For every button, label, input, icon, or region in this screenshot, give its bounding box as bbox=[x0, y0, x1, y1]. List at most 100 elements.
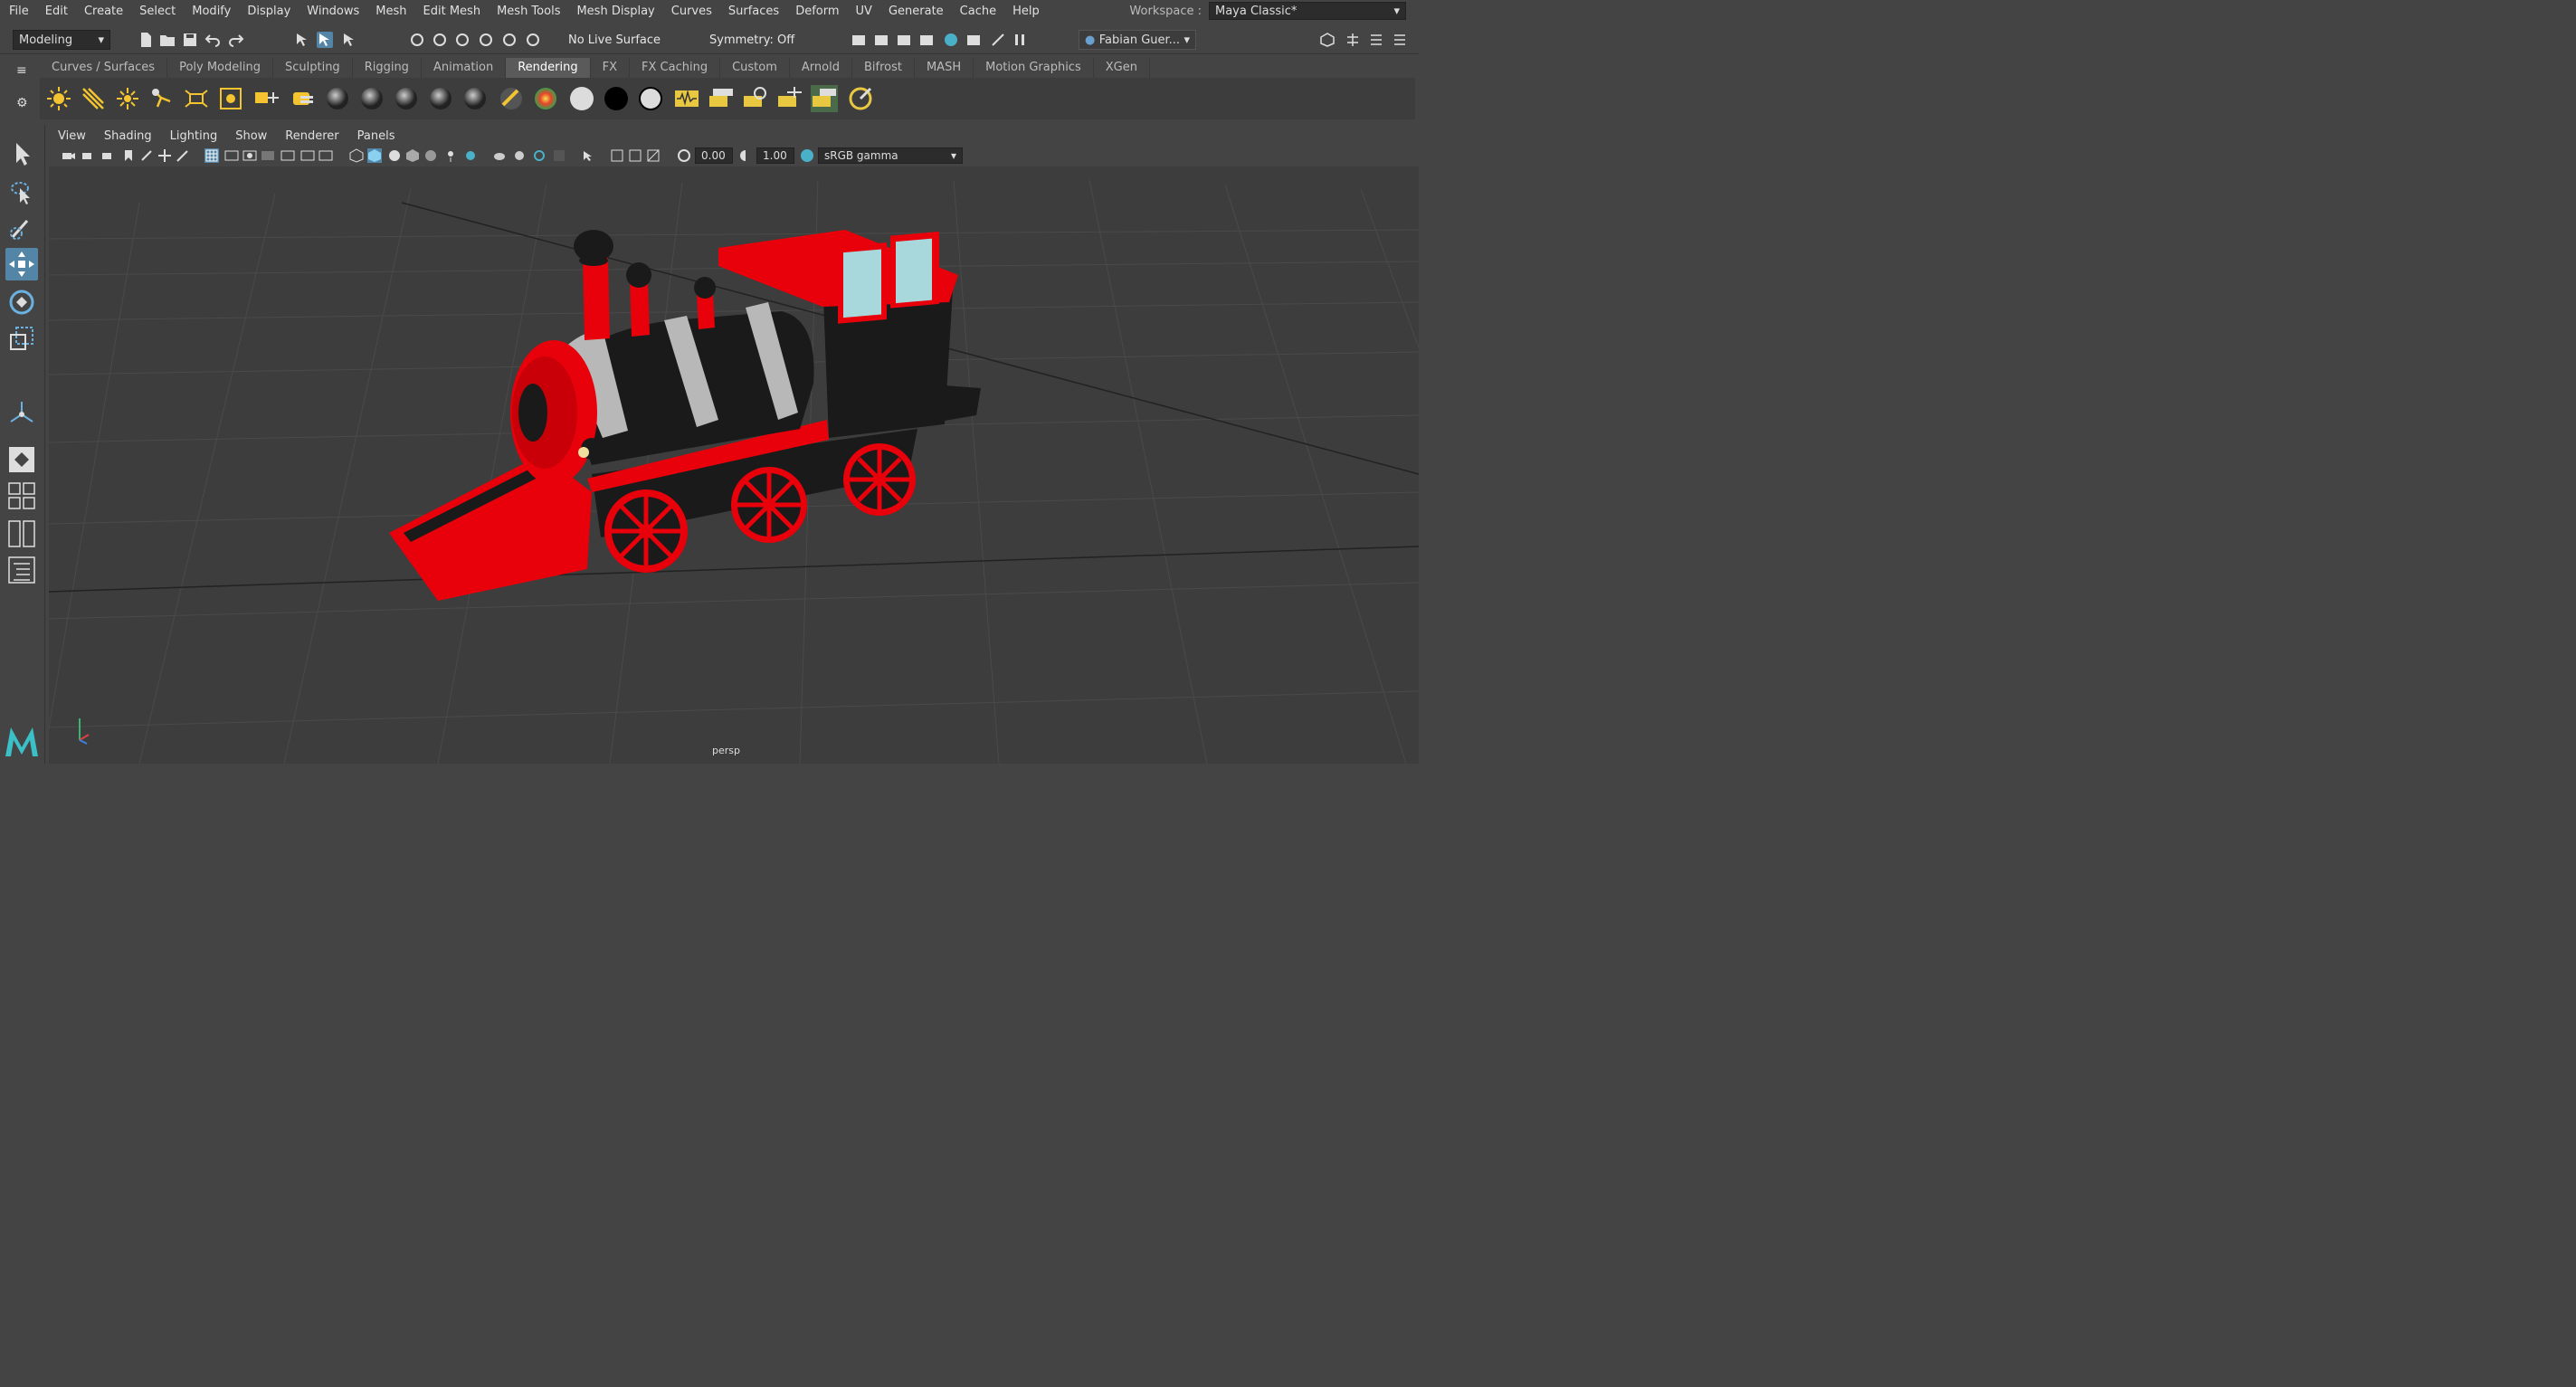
wireframe-on-shaded-icon[interactable] bbox=[387, 148, 402, 163]
camera-aim-icon[interactable] bbox=[253, 85, 280, 112]
outliner-layout-icon[interactable] bbox=[5, 554, 38, 586]
menu-surfaces[interactable]: Surfaces bbox=[719, 5, 786, 18]
exposure-icon[interactable] bbox=[677, 148, 691, 163]
undo-icon[interactable] bbox=[204, 32, 221, 48]
depth-of-field-icon[interactable] bbox=[532, 148, 547, 163]
shelf-tab-poly-modeling[interactable]: Poly Modeling bbox=[167, 58, 273, 78]
snap-live-icon[interactable] bbox=[501, 32, 518, 48]
render-current-frame-icon[interactable] bbox=[873, 32, 889, 48]
shelf-tab-rendering[interactable]: Rendering bbox=[506, 58, 591, 78]
menu-curves[interactable]: Curves bbox=[662, 5, 719, 18]
pause-icon[interactable] bbox=[1012, 32, 1028, 48]
lasso-tool-icon[interactable] bbox=[5, 176, 38, 208]
grid-toggle-icon[interactable] bbox=[204, 148, 219, 163]
snap-view-plane-icon[interactable] bbox=[478, 32, 494, 48]
directional-light-icon[interactable] bbox=[80, 85, 107, 112]
move-tool-button[interactable] bbox=[5, 248, 38, 280]
symmetry-label[interactable]: Symmetry: Off bbox=[709, 33, 794, 47]
select-camera-icon[interactable] bbox=[62, 148, 76, 163]
menu-cache[interactable]: Cache bbox=[951, 5, 1003, 18]
spot-light-icon[interactable] bbox=[148, 85, 176, 112]
area-light-icon[interactable] bbox=[183, 85, 210, 112]
menu-create[interactable]: Create bbox=[75, 5, 130, 18]
menu-mesh-display[interactable]: Mesh Display bbox=[567, 5, 661, 18]
point-light-icon[interactable] bbox=[114, 85, 141, 112]
menu-select[interactable]: Select bbox=[130, 5, 183, 18]
camera-attributes-icon[interactable] bbox=[81, 148, 96, 163]
ipr-render-icon[interactable] bbox=[896, 32, 912, 48]
menu-file[interactable]: File bbox=[0, 5, 36, 18]
menu-mesh[interactable]: Mesh bbox=[366, 5, 413, 18]
user-account-dropdown[interactable]: ● Fabian Guer... ▾ bbox=[1079, 30, 1196, 50]
render-waveform-icon[interactable] bbox=[673, 85, 700, 112]
modeling-toolkit-icon[interactable] bbox=[1319, 32, 1336, 48]
scale-tool-icon[interactable] bbox=[5, 322, 38, 355]
2d-pan-zoom-icon[interactable] bbox=[157, 148, 172, 163]
view-transform-dropdown[interactable]: sRGB gamma ▾ bbox=[818, 147, 963, 164]
outlined-material-sphere-icon[interactable] bbox=[637, 85, 664, 112]
shelf-tab-fx-caching[interactable]: FX Caching bbox=[630, 58, 721, 78]
shading-sphere-5-icon[interactable] bbox=[461, 85, 489, 112]
snap-curve-icon[interactable] bbox=[432, 32, 448, 48]
render-target-icon[interactable] bbox=[847, 85, 874, 112]
menu-deform[interactable]: Deform bbox=[786, 5, 846, 18]
ambient-light-icon[interactable] bbox=[45, 85, 72, 112]
live-surface-label[interactable]: No Live Surface bbox=[568, 33, 661, 47]
save-scene-icon[interactable] bbox=[182, 32, 198, 48]
four-pane-layout-icon[interactable] bbox=[5, 480, 38, 512]
menu-modify[interactable]: Modify bbox=[183, 5, 238, 18]
render-clapper-icon[interactable] bbox=[708, 85, 735, 112]
render-view-icon[interactable] bbox=[965, 32, 982, 48]
shadows-icon[interactable] bbox=[443, 148, 458, 163]
menu-uv[interactable]: UV bbox=[847, 5, 879, 18]
rotate-tool-icon[interactable] bbox=[5, 286, 38, 318]
shelf-tab-custom[interactable]: Custom bbox=[720, 58, 790, 78]
arnold-icon[interactable] bbox=[990, 32, 1006, 48]
render-clapper-3-icon[interactable] bbox=[776, 85, 803, 112]
menu-help[interactable]: Help bbox=[1003, 5, 1047, 18]
shelf-tab-curves-surfaces[interactable]: Curves / Surfaces bbox=[40, 58, 168, 78]
select-tool-icon[interactable] bbox=[5, 138, 38, 170]
shelf-tab-menu-icon[interactable]: ≡ bbox=[16, 63, 27, 78]
panel-menu-renderer[interactable]: Renderer bbox=[276, 129, 347, 143]
color-management-toggle-icon[interactable] bbox=[800, 148, 814, 163]
redo-icon[interactable] bbox=[228, 32, 244, 48]
menu-edit[interactable]: Edit bbox=[36, 5, 75, 18]
safe-title-icon[interactable] bbox=[318, 148, 333, 163]
shading-sphere-3-icon[interactable] bbox=[393, 85, 420, 112]
shelf-settings-gear-icon[interactable]: ⚙ bbox=[16, 96, 28, 110]
shelf-tab-motion-graphics[interactable]: Motion Graphics bbox=[974, 58, 1094, 78]
panel-menu-lighting[interactable]: Lighting bbox=[161, 129, 227, 143]
xray-joints-icon[interactable] bbox=[628, 148, 642, 163]
white-material-sphere-icon[interactable] bbox=[568, 85, 595, 112]
menu-windows[interactable]: Windows bbox=[298, 5, 366, 18]
resolution-gate-icon[interactable] bbox=[242, 148, 257, 163]
tool-settings-icon[interactable] bbox=[1368, 32, 1384, 48]
snap-point-icon[interactable] bbox=[454, 32, 471, 48]
shelf-tab-sculpting[interactable]: Sculpting bbox=[273, 58, 353, 78]
motion-blur-icon[interactable] bbox=[492, 148, 507, 163]
open-scene-icon[interactable] bbox=[159, 32, 176, 48]
striped-material-sphere-icon[interactable] bbox=[498, 85, 525, 112]
attribute-editor-icon[interactable] bbox=[1345, 32, 1361, 48]
bookmark-icon[interactable] bbox=[121, 148, 136, 163]
panel-menu-shading[interactable]: Shading bbox=[95, 129, 161, 143]
black-material-sphere-icon[interactable] bbox=[603, 85, 630, 112]
multisample-aa-icon[interactable] bbox=[512, 148, 527, 163]
hypershade-icon[interactable] bbox=[943, 32, 959, 48]
single-pane-layout-icon[interactable] bbox=[5, 443, 38, 476]
workspace-dropdown[interactable]: Maya Classic* ▾ bbox=[1209, 2, 1406, 20]
render-batch-icon[interactable] bbox=[811, 85, 838, 112]
menu-mesh-tools[interactable]: Mesh Tools bbox=[488, 5, 567, 18]
grease-pencil-icon[interactable] bbox=[176, 148, 190, 163]
shelf-tab-fx[interactable]: FX bbox=[591, 58, 631, 78]
field-chart-icon[interactable] bbox=[280, 148, 295, 163]
isolate-select-icon[interactable] bbox=[552, 148, 566, 163]
gate-mask-icon[interactable] bbox=[261, 148, 275, 163]
camera-bookmarks-icon[interactable] bbox=[101, 148, 116, 163]
film-gate-icon[interactable] bbox=[224, 148, 239, 163]
wireframe-cube-icon[interactable] bbox=[349, 148, 364, 163]
shelf-tab-xgen[interactable]: XGen bbox=[1094, 58, 1150, 78]
screen-space-ao-icon[interactable] bbox=[463, 148, 478, 163]
render-sequence-icon[interactable] bbox=[918, 32, 935, 48]
